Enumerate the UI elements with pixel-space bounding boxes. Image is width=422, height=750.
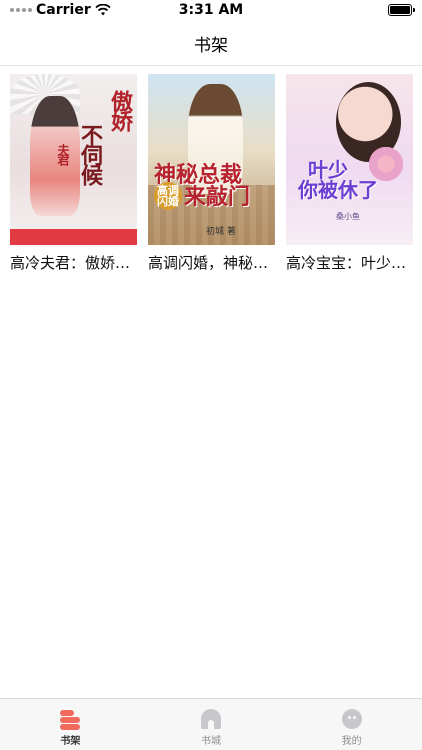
cover-author-text: 桑小鱼 bbox=[336, 212, 360, 221]
battery-level bbox=[390, 6, 410, 14]
battery-icon bbox=[388, 4, 415, 16]
book-title[interactable]: 高调闪婚，神秘总裁来敲门 bbox=[148, 252, 275, 273]
bookshelf-grid: 傲娇 不伺候 夫君 高冷夫君：傲娇不伺候 神秘总裁 来敲门 高调闪婚 初城 著 … bbox=[10, 74, 413, 273]
cover-subtitle-text: 夫君 bbox=[56, 144, 70, 164]
cover-banner bbox=[10, 229, 137, 245]
profile-icon bbox=[341, 709, 362, 729]
status-time: 3:31 AM bbox=[178, 2, 244, 18]
bookshelf-icon bbox=[60, 709, 81, 730]
cover-badge: 高调闪婚 bbox=[154, 182, 182, 210]
book-cover[interactable]: 叶少 你被休了 桑小鱼 bbox=[286, 74, 413, 245]
bookstore-icon bbox=[201, 709, 221, 729]
tab-bookstore[interactable]: 书城 bbox=[141, 699, 282, 750]
status-bar: Carrier 3:31 AM bbox=[0, 0, 422, 22]
cover-title-text: 来敲门 bbox=[184, 184, 251, 210]
book-cover[interactable]: 神秘总裁 来敲门 高调闪婚 初城 著 bbox=[148, 74, 275, 245]
tab-bar: 书架 书城 我的 bbox=[0, 698, 422, 750]
tab-label: 我的 bbox=[341, 736, 362, 747]
page-title: 书架 bbox=[194, 36, 228, 56]
cover-title-text: 不伺候 bbox=[77, 124, 103, 184]
book-cover[interactable]: 傲娇 不伺候 夫君 bbox=[10, 74, 137, 245]
cover-figure-illustration bbox=[30, 96, 80, 216]
book-title[interactable]: 高冷宝宝：叶少，你被休了 bbox=[286, 252, 413, 273]
tab-bookshelf[interactable]: 书架 bbox=[0, 699, 141, 750]
cover-author-text: 初城 著 bbox=[206, 227, 236, 237]
cover-title-text: 叶少 bbox=[308, 158, 348, 182]
book-item[interactable]: 傲娇 不伺候 夫君 高冷夫君：傲娇不伺候 bbox=[10, 74, 137, 273]
book-item[interactable]: 神秘总裁 来敲门 高调闪婚 初城 著 高调闪婚，神秘总裁来敲门 bbox=[148, 74, 275, 273]
cover-title-text: 傲娇 bbox=[107, 90, 133, 130]
navigation-bar: 书架 bbox=[0, 22, 422, 66]
tab-profile[interactable]: 我的 bbox=[281, 699, 422, 750]
book-title[interactable]: 高冷夫君：傲娇不伺候 bbox=[10, 252, 137, 273]
tab-label: 书架 bbox=[60, 736, 81, 747]
book-item[interactable]: 叶少 你被休了 桑小鱼 高冷宝宝：叶少，你被休了 bbox=[286, 74, 413, 273]
tab-label: 书城 bbox=[201, 736, 221, 747]
cover-title-text: 你被休了 bbox=[298, 178, 378, 202]
